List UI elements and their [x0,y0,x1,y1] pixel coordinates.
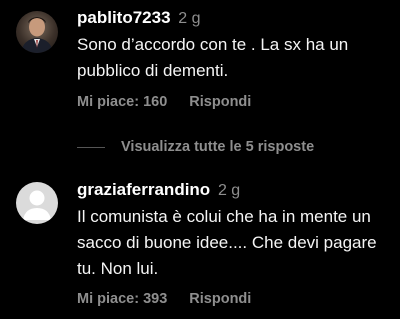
reply-button[interactable]: Rispondi [189,94,251,110]
comment-header: pablito7233 2 g [77,8,201,29]
reply-button[interactable]: Rispondi [189,291,251,307]
comment-actions: Mi piace: 393 Rispondi [77,291,251,307]
likes-count[interactable]: Mi piace: 160 [77,94,167,110]
view-replies-label: Visualizza tutte le 5 risposte [121,139,315,155]
divider-line [77,147,105,148]
timestamp: 2 g [178,10,201,27]
username[interactable]: pablito7233 [77,8,171,27]
timestamp: 2 g [217,182,241,199]
comment-header: graziaferrandino 2 g [77,180,240,201]
comment-text: Sono d’accordo con te . La sx ha un pubb… [77,35,349,80]
likes-count[interactable]: Mi piace: 393 [77,291,167,307]
default-avatar-icon[interactable] [16,182,58,224]
username[interactable]: graziaferrandino [77,180,210,199]
comment-actions: Mi piace: 160 Rispondi [77,94,251,110]
comment-text: Il comunista è colui che ha in mente un … [77,207,377,278]
user-photo-icon[interactable] [16,11,58,53]
